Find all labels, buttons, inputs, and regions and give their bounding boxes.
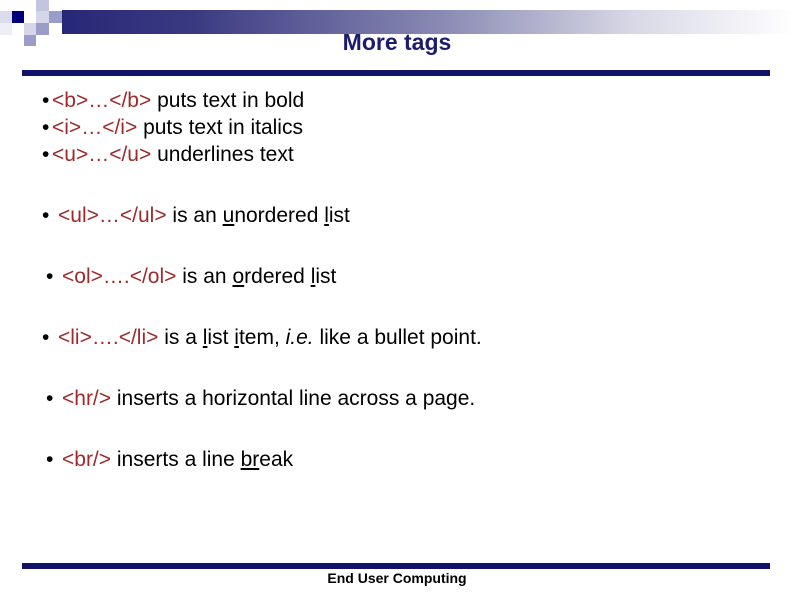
bullet-dot-icon: • <box>42 89 50 112</box>
page-title: More tags <box>342 29 452 55</box>
footer-text: End User Computing <box>327 570 467 586</box>
decor-square <box>36 11 49 23</box>
decor-square <box>36 0 49 11</box>
item-description-cont: ist <box>207 326 235 349</box>
bullet-dot-icon: • <box>46 387 54 410</box>
item-description: is an <box>176 265 233 288</box>
item-description-cont: eak <box>259 448 294 471</box>
item-description-cont: rdered <box>244 265 311 288</box>
html-tag-code: <b>…</b> <box>52 89 152 112</box>
item-description: underlines text <box>151 143 294 166</box>
list-item: • <ol>….</ol> is an ordered list <box>0 264 794 290</box>
decor-square <box>0 0 36 11</box>
html-tag-code: <br/> <box>62 448 112 471</box>
decor-square <box>0 11 12 23</box>
decor-square <box>49 0 62 11</box>
html-tag-code: <ul>…</ul> <box>58 204 167 227</box>
bullet-dot-icon: • <box>46 448 54 471</box>
header-divider-rule <box>22 70 770 76</box>
slide-body-list: • <b>…</b> puts text in bold • <i>…</i> put… <box>0 88 794 473</box>
list-item: • <ul>…</ul> is an unordered list <box>0 203 794 229</box>
bullet-dot-icon: • <box>46 265 54 288</box>
bullet-dot-icon: • <box>42 326 50 349</box>
item-description-cont: ist <box>328 204 350 227</box>
list-item: • <hr/> inserts a horizontal line across … <box>0 386 794 412</box>
list-item: • <u>…</u> underlines text <box>0 142 794 168</box>
item-description: puts text in italics <box>137 116 303 139</box>
decor-square <box>12 11 24 23</box>
bullet-dot-icon: • <box>42 116 50 139</box>
item-description: inserts a horizontal line across a page. <box>111 387 476 410</box>
item-description: is a <box>158 326 203 349</box>
title-block: More tags <box>0 28 794 56</box>
decor-square <box>24 11 36 23</box>
html-tag-code: <hr/> <box>62 387 112 410</box>
item-description-cont: tem, <box>238 326 286 349</box>
mnemonic-underline: u <box>222 204 235 227</box>
html-tag-code: <ol>….</ol> <box>62 265 177 288</box>
html-tag-code: <li>….</li> <box>58 326 159 349</box>
html-tag-code: <i>…</i> <box>52 116 138 139</box>
html-tag-code: <u>…</u> <box>52 143 152 166</box>
list-item: • <br/> inserts a line break <box>0 447 794 473</box>
item-description: is an <box>166 204 223 227</box>
item-description: inserts a line <box>111 448 241 471</box>
italic-abbreviation: i.e. <box>285 326 314 349</box>
list-item: • <li>….</li> is a list item, i.e. like a… <box>0 325 794 351</box>
bullet-dot-icon: • <box>42 143 50 166</box>
item-description-tail: like a bullet point. <box>313 326 482 349</box>
footer-divider-rule <box>22 563 770 569</box>
item-description-cont: ist <box>315 265 337 288</box>
list-item: • <i>…</i> puts text in italics <box>0 115 794 141</box>
mnemonic-underline: o <box>232 265 245 288</box>
mnemonic-underline: br <box>240 448 260 471</box>
item-description: puts text in bold <box>151 89 305 112</box>
list-item: • <b>…</b> puts text in bold <box>0 88 794 114</box>
item-description-cont: nordered <box>234 204 325 227</box>
decor-square <box>49 11 62 23</box>
bullet-dot-icon: • <box>42 204 50 227</box>
